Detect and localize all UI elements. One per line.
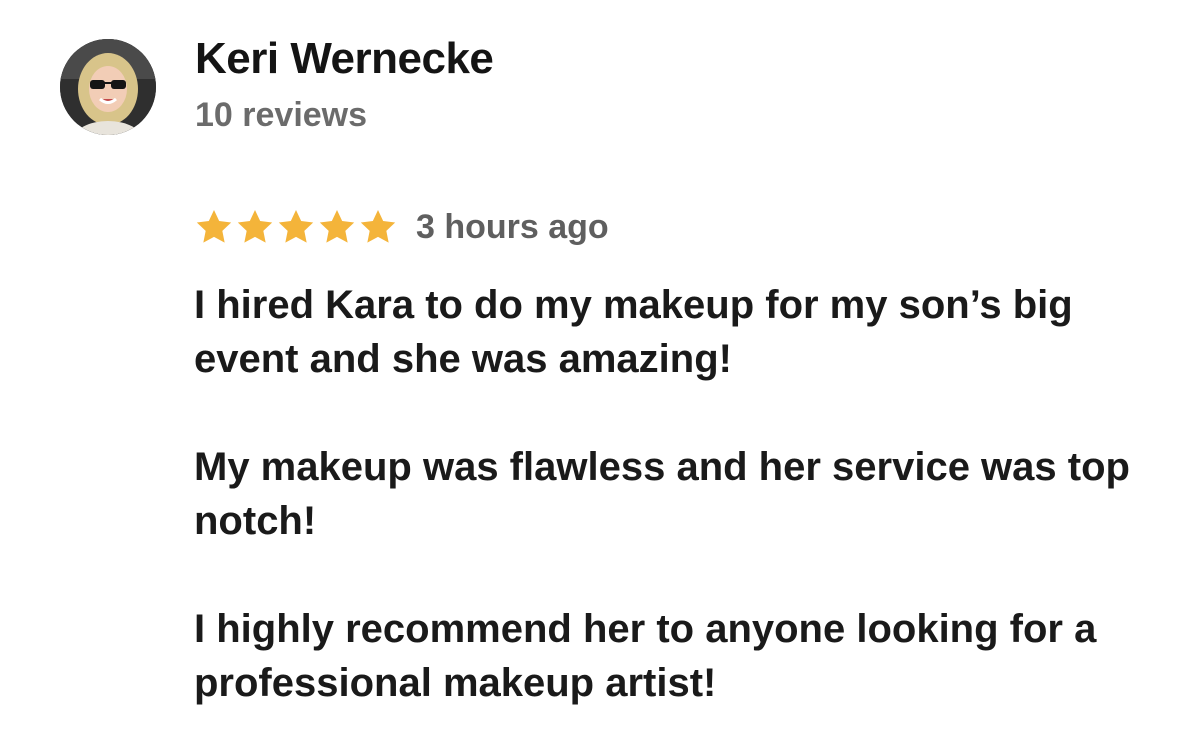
rating-row: 3 hours ago [194, 204, 609, 250]
review-paragraph: I hired Kara to do my makeup for my son’… [194, 283, 1073, 381]
review-paragraph: I highly recommend her to anyone looking… [194, 607, 1097, 705]
author-avatar[interactable] [60, 39, 156, 135]
star-icon [319, 210, 355, 243]
avatar-photo [60, 39, 156, 135]
star-rating [194, 207, 398, 247]
author-name[interactable]: Keri Wernecke [195, 34, 494, 84]
review-body: I hired Kara to do my makeup for my son’… [194, 278, 1154, 710]
star-icon [278, 210, 314, 243]
review-card: Keri Wernecke 10 reviews 3 hours ago I h… [0, 0, 1179, 730]
star-icon [196, 210, 232, 243]
star-icon [237, 210, 273, 243]
review-timestamp: 3 hours ago [416, 207, 609, 246]
author-review-count: 10 reviews [195, 96, 368, 134]
star-icon [360, 210, 396, 243]
review-paragraph: My makeup was flawless and her service w… [194, 445, 1130, 543]
